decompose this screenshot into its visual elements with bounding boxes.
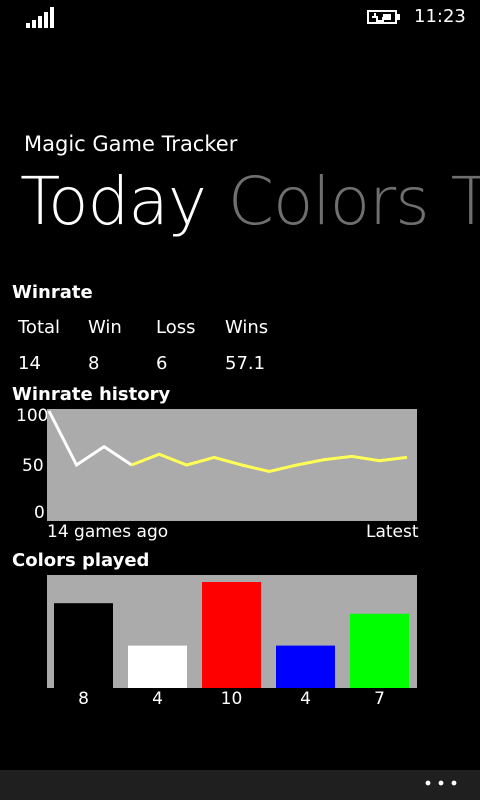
y-tick-100: 100 bbox=[16, 406, 49, 426]
pivot-header: Today Colors T bbox=[20, 163, 480, 240]
status-bar: 11:23 bbox=[0, 0, 480, 32]
tab-next[interactable]: T bbox=[451, 163, 480, 240]
history-heading: Winrate history bbox=[12, 384, 171, 405]
bar-value-label-green: 7 bbox=[374, 689, 385, 709]
stat-value-total: 14 bbox=[18, 353, 41, 374]
bar-white bbox=[128, 645, 187, 688]
stat-header-wins: Wins bbox=[225, 317, 269, 338]
signal-icon bbox=[26, 7, 54, 28]
stat-header-win: Win bbox=[88, 317, 122, 338]
stat-header-total: Total bbox=[18, 317, 61, 338]
x-label-start: 14 games ago bbox=[47, 522, 169, 542]
bar-black bbox=[54, 603, 113, 688]
bar-green bbox=[350, 613, 409, 688]
bar-value-label-blue: 4 bbox=[300, 689, 311, 709]
stat-value-win: 8 bbox=[88, 353, 100, 374]
clock: 11:23 bbox=[414, 6, 466, 27]
winrate-heading: Winrate bbox=[12, 282, 93, 303]
bar-blue bbox=[276, 645, 335, 688]
y-tick-50: 50 bbox=[22, 456, 44, 476]
stat-header-loss: Loss bbox=[156, 317, 196, 338]
bar-value-label-black: 8 bbox=[78, 689, 89, 709]
battery-charging-icon bbox=[367, 10, 400, 24]
stat-value-loss: 6 bbox=[156, 353, 168, 374]
tab-today[interactable]: Today bbox=[20, 163, 207, 240]
colors-heading: Colors played bbox=[12, 550, 150, 571]
stat-value-wins: 57.1 bbox=[225, 353, 266, 374]
chart-background bbox=[47, 409, 417, 521]
app-bar bbox=[0, 770, 480, 800]
ellipsis-icon[interactable] bbox=[424, 779, 458, 787]
y-tick-0: 0 bbox=[34, 503, 45, 523]
colors-played-chart bbox=[47, 575, 417, 688]
tab-colors[interactable]: Colors bbox=[228, 163, 430, 240]
bar-value-label-white: 4 bbox=[152, 689, 163, 709]
bar-red bbox=[202, 582, 261, 688]
winrate-history-chart bbox=[47, 409, 417, 521]
bar-value-label-red: 10 bbox=[220, 689, 243, 709]
app-title: Magic Game Tracker bbox=[24, 132, 238, 156]
x-label-end: Latest bbox=[366, 522, 419, 542]
